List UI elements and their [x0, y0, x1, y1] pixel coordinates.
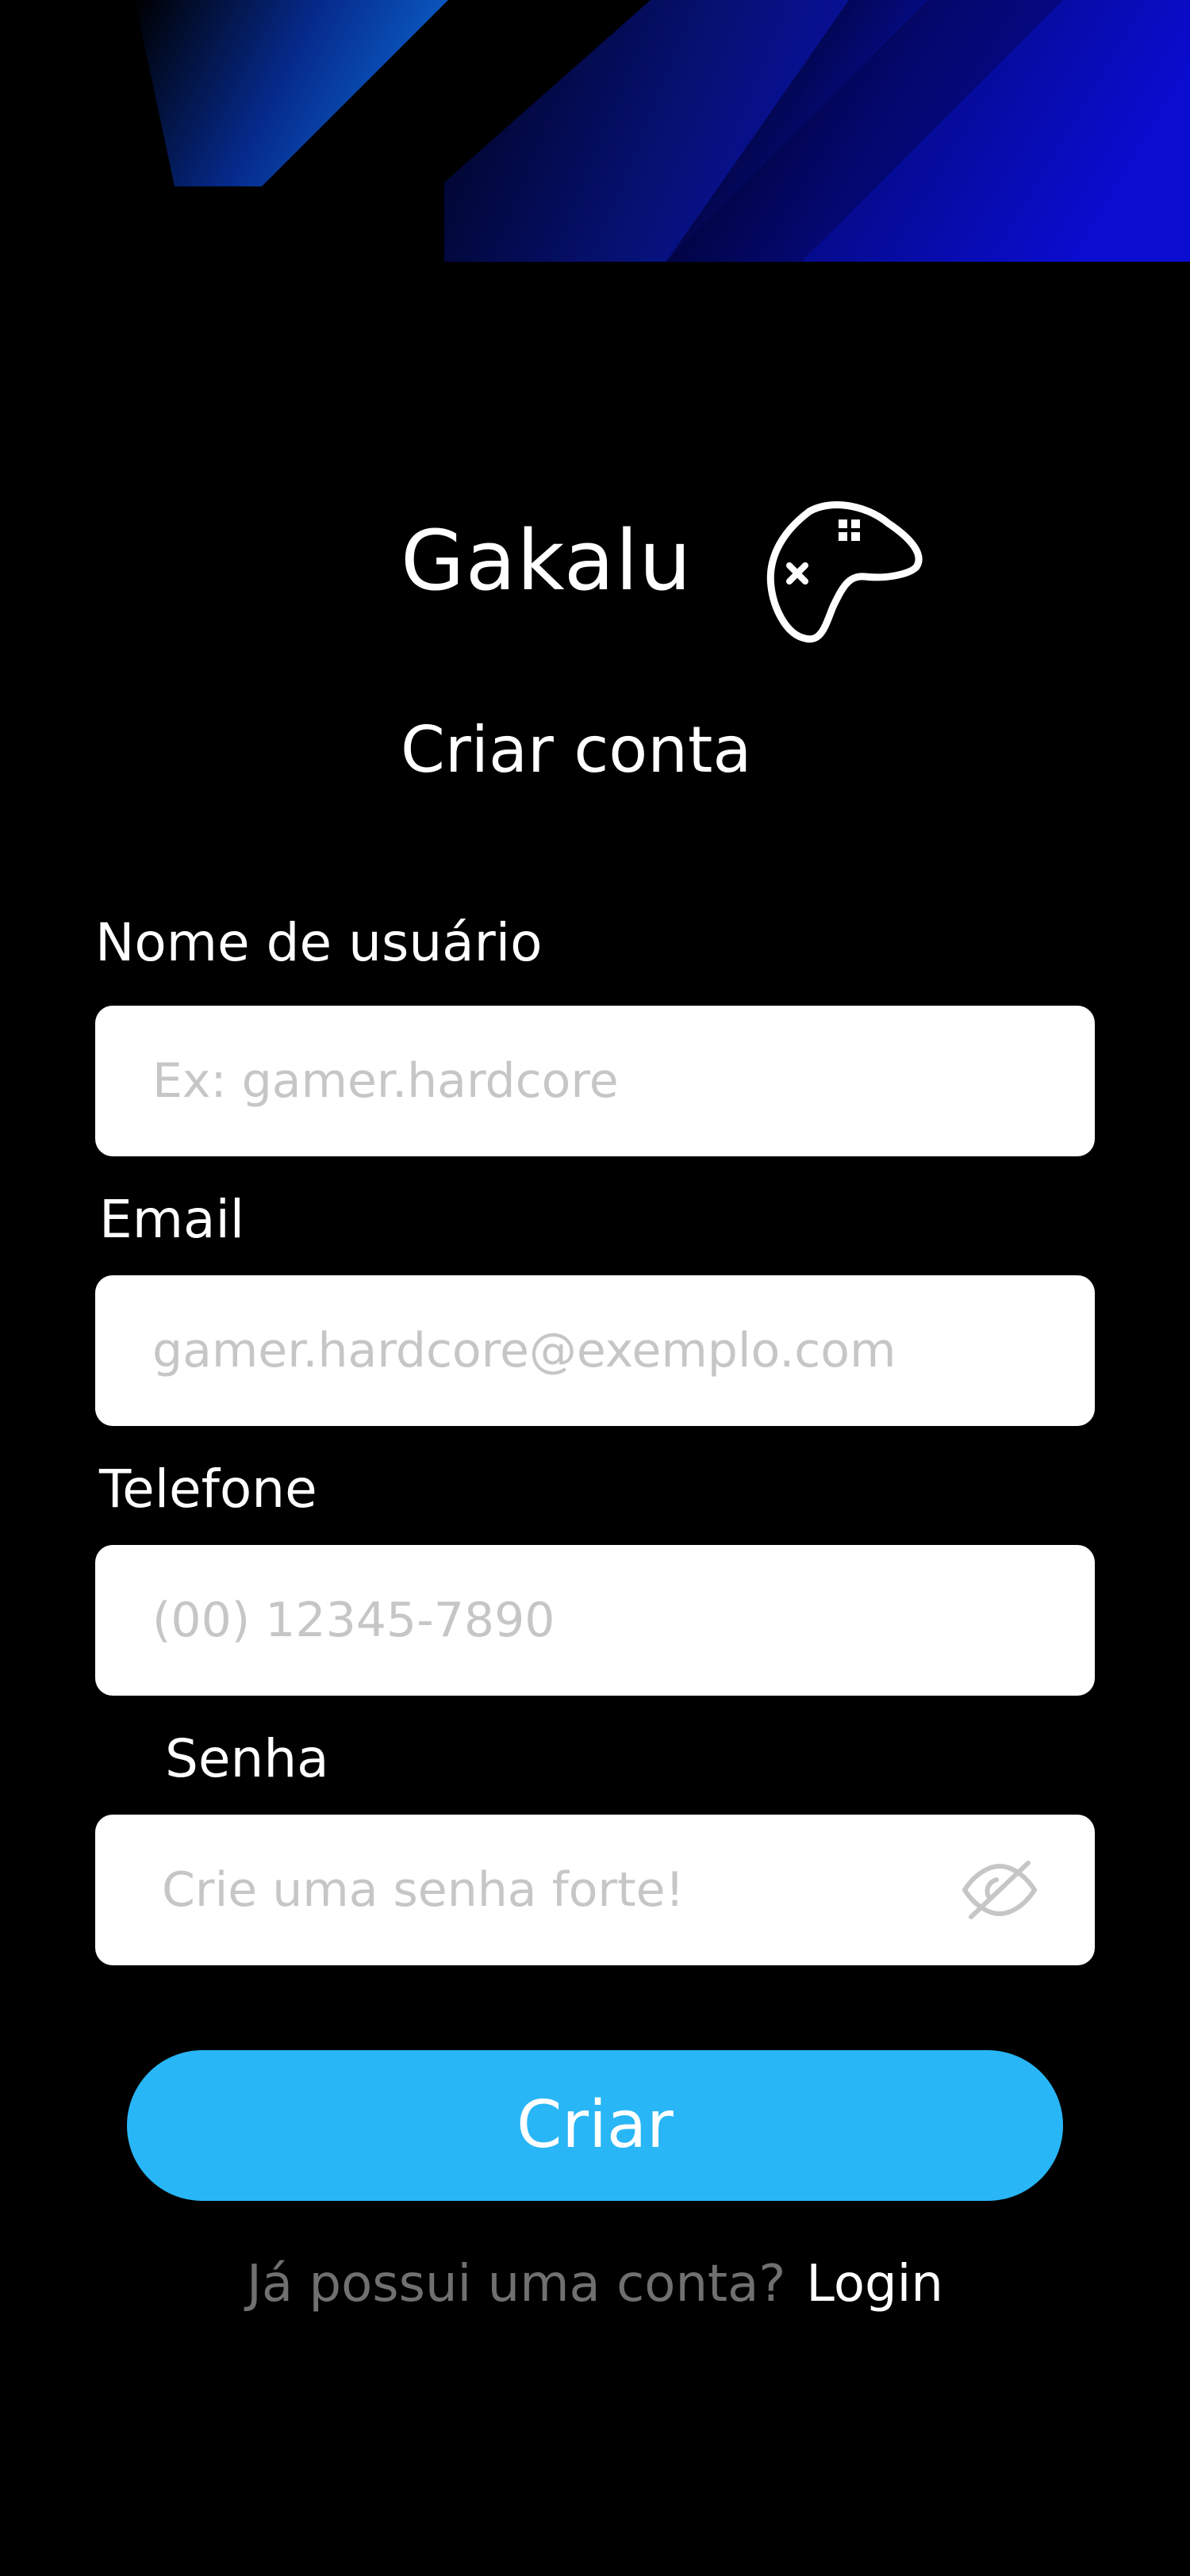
login-link[interactable]: Login — [806, 2255, 943, 2313]
phone-label: Telefone — [99, 1459, 317, 1520]
login-prompt-text: Já possui uma conta? — [247, 2255, 786, 2313]
eye-off-icon[interactable] — [960, 1850, 1039, 1930]
banner-graphic — [135, 0, 1190, 262]
password-input[interactable] — [162, 1815, 923, 1965]
page-title: Criar conta — [401, 713, 752, 787]
email-field-container — [95, 1275, 1095, 1426]
username-field-container — [95, 1006, 1095, 1156]
email-input[interactable] — [152, 1275, 1009, 1426]
phone-input[interactable] — [152, 1545, 1009, 1696]
app-name: Gakalu — [401, 512, 693, 609]
email-label: Email — [99, 1189, 245, 1250]
phone-field-container — [95, 1545, 1095, 1696]
brand-header: Gakalu — [0, 488, 1190, 662]
username-label: Nome de usuário — [95, 912, 543, 973]
username-input[interactable] — [152, 1006, 1009, 1156]
login-prompt: Já possui uma conta? Login — [0, 2259, 1190, 2310]
password-field-container — [95, 1815, 1095, 1965]
password-label: Senha — [165, 1728, 329, 1789]
header-banner — [0, 0, 1190, 262]
create-account-button[interactable]: Criar — [127, 2050, 1063, 2201]
gamepad-icon — [766, 501, 923, 643]
